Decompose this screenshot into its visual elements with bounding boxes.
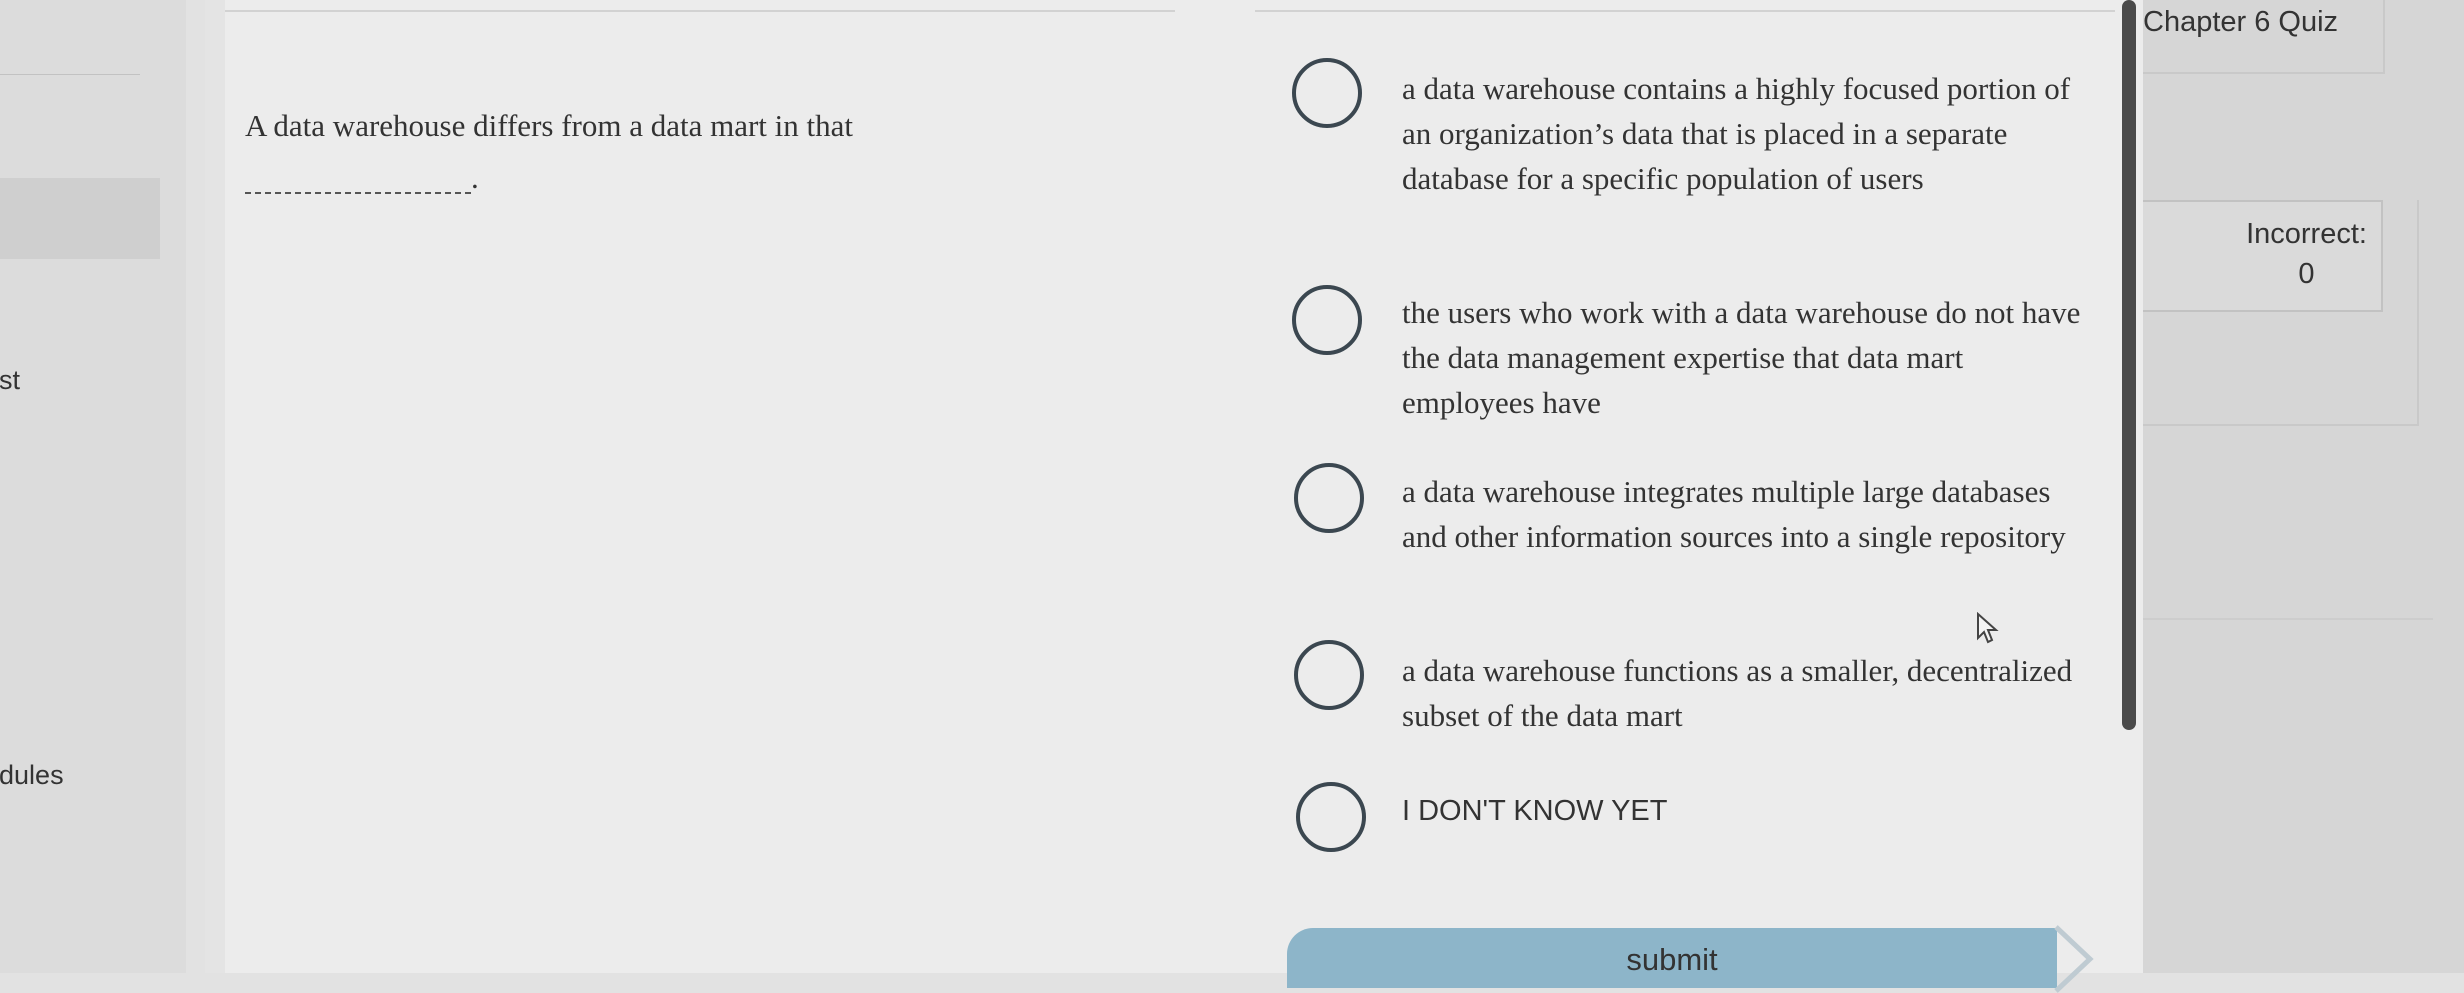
sidebar-item-2[interactable]: est xyxy=(0,365,20,396)
option-5-label[interactable]: I DON'T KNOW YET xyxy=(1402,789,2082,834)
sidebar-active-highlight xyxy=(0,178,160,259)
option-2-label[interactable]: the users who work with a data warehouse… xyxy=(1402,290,2082,425)
question-prompt: A data warehouse differs from a data mar… xyxy=(245,100,985,204)
option-2-radio[interactable] xyxy=(1292,285,1362,355)
question-period: . xyxy=(471,160,479,195)
right-panel: Chapter 6 Quiz xyxy=(2143,0,2464,973)
answer-blank xyxy=(245,168,471,194)
option-4-radio[interactable] xyxy=(1294,640,1364,710)
score-box xyxy=(2143,200,2383,312)
option-3-radio[interactable] xyxy=(1294,463,1364,533)
incorrect-count: 0 xyxy=(2298,258,2315,290)
top-divider xyxy=(1255,10,2115,12)
top-divider xyxy=(225,10,1175,12)
question-text: A data warehouse differs from a data mar… xyxy=(245,108,854,143)
option-5-radio[interactable] xyxy=(1296,782,1366,852)
option-4-label[interactable]: a data warehouse functions as a smaller,… xyxy=(1402,648,2082,738)
option-1-label[interactable]: a data warehouse contains a highly focus… xyxy=(1402,66,2082,201)
chevron-right-icon xyxy=(2054,925,2094,993)
mouse-pointer-icon xyxy=(1977,612,1999,644)
option-1-radio[interactable] xyxy=(1292,58,1362,128)
panel-edge xyxy=(205,0,225,973)
incorrect-label: Incorrect: xyxy=(2246,218,2367,250)
option-3-label[interactable]: a data warehouse integrates multiple lar… xyxy=(1402,469,2082,559)
sidebar-item-modules[interactable]: odules xyxy=(0,760,64,791)
quiz-title: Chapter 6 Quiz xyxy=(2143,6,2339,38)
scrollbar-thumb[interactable] xyxy=(2122,0,2136,730)
sidebar-divider xyxy=(0,74,140,75)
panel-divider xyxy=(2143,618,2433,620)
submit-button[interactable]: submit xyxy=(1287,928,2057,988)
left-sidebar: k est y odules g xyxy=(0,0,186,973)
